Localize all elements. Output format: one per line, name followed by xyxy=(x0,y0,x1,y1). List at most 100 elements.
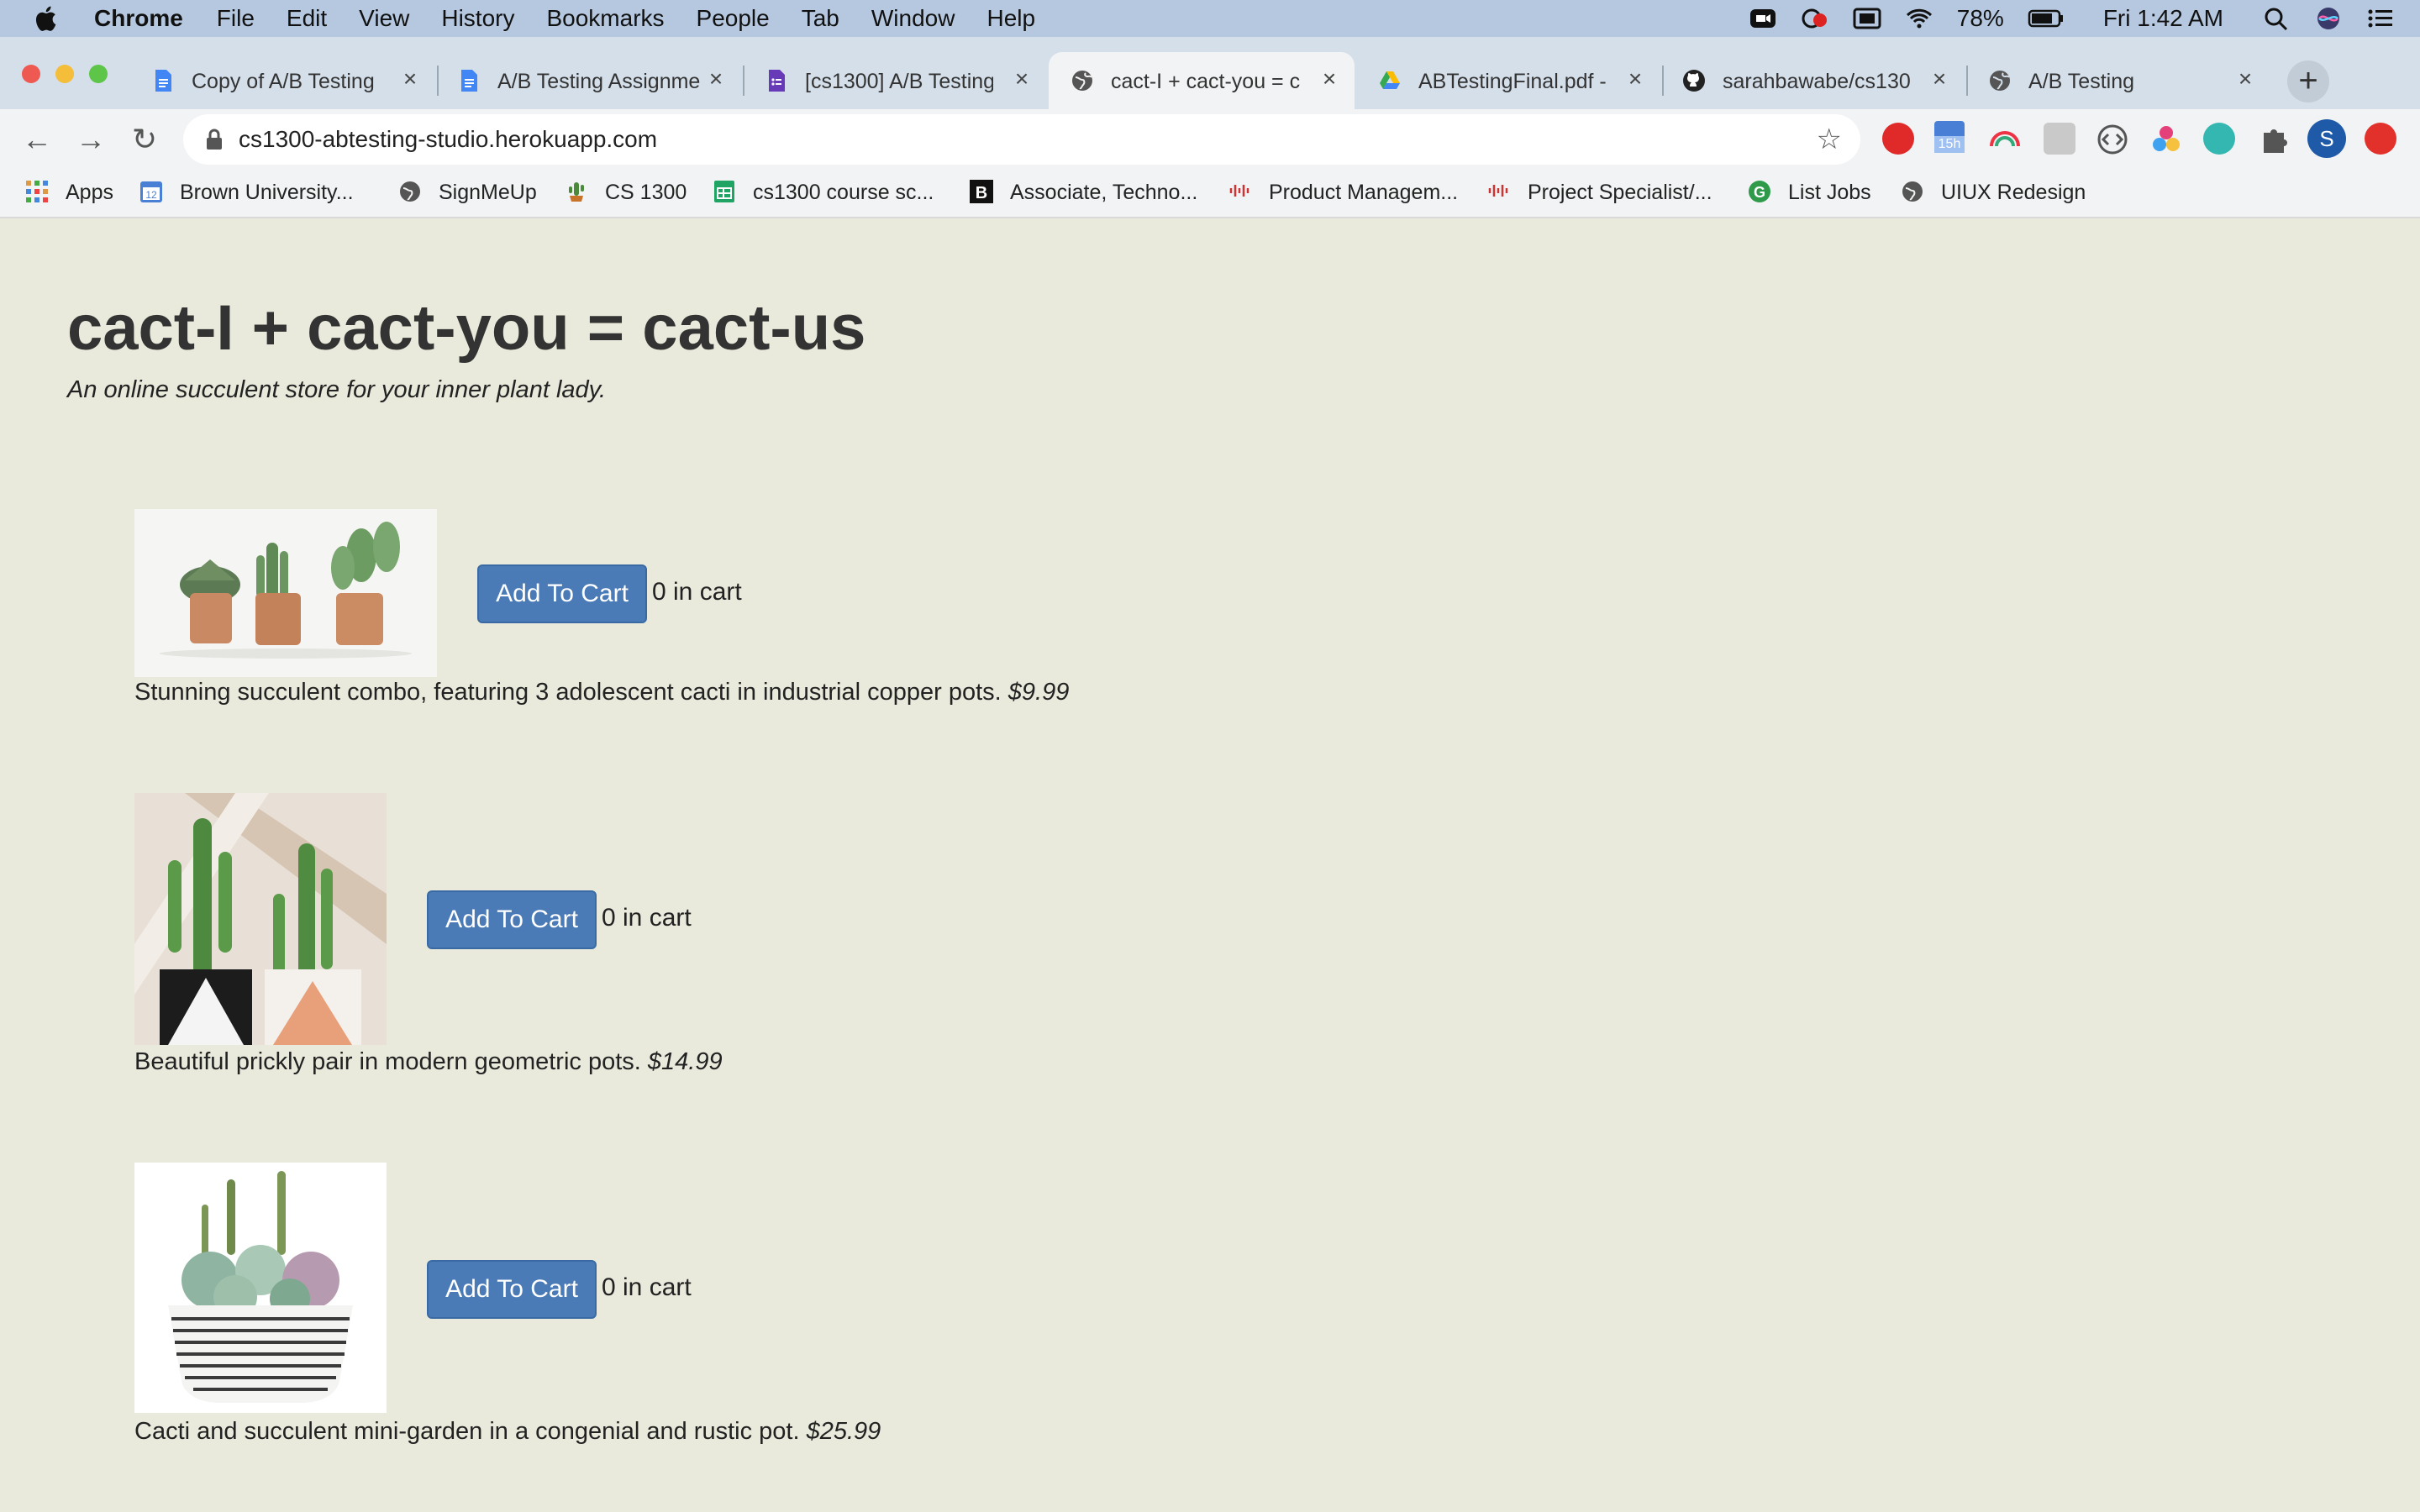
calendar-icon: 12 xyxy=(140,181,162,202)
tab-ab-testing-assignment[interactable]: A/B Testing Assignme × xyxy=(435,52,741,109)
macos-menu-bar: Chrome File Edit View History Bookmarks … xyxy=(0,0,2420,37)
window-minimize-button[interactable] xyxy=(55,65,74,83)
google-forms-icon xyxy=(769,70,785,92)
tab-ab-testing[interactable]: A/B Testing × xyxy=(1966,52,2270,109)
menu-app-name[interactable]: Chrome xyxy=(94,5,183,32)
product-price: $25.99 xyxy=(806,1418,881,1445)
bookmark-list-jobs[interactable]: G List Jobs xyxy=(1748,180,1871,205)
bookmark-label: List Jobs xyxy=(1788,181,1871,204)
address-bar[interactable]: cs1300-abtesting-studio.herokuapp.com ☆ xyxy=(183,114,1860,165)
bookmark-signmeup[interactable]: SignMeUp xyxy=(398,180,537,205)
bookmark-cs1300[interactable]: CS 1300 xyxy=(565,180,687,205)
add-to-cart-button[interactable]: Add To Cart xyxy=(477,564,647,623)
menu-help[interactable]: Help xyxy=(986,5,1035,32)
product-description: Beautiful prickly pair in modern geometr… xyxy=(134,1048,723,1076)
window-close-button[interactable] xyxy=(22,65,40,83)
product-description-text: Beautiful prickly pair in modern geometr… xyxy=(134,1048,641,1075)
creative-cloud-icon[interactable] xyxy=(1801,6,1829,31)
bookmark-project-specialist[interactable]: Project Specialist/... xyxy=(1487,180,1712,205)
tab-cs1300-form[interactable]: [cs1300] A/B Testing × xyxy=(743,52,1047,109)
calendar-badge: 15h xyxy=(1934,136,1965,153)
color-picker-extension-icon[interactable] xyxy=(2149,123,2183,156)
adblock-extension-icon[interactable] xyxy=(1882,123,1914,155)
menu-view[interactable]: View xyxy=(359,5,409,32)
menu-history[interactable]: History xyxy=(441,5,514,32)
bookmark-label: Project Specialist/... xyxy=(1528,181,1712,204)
extensions-puzzle-icon[interactable] xyxy=(2257,123,2291,156)
cisco-icon xyxy=(1229,185,1249,197)
bookmark-label: cs1300 course sc... xyxy=(753,181,934,204)
code-extension-icon[interactable] xyxy=(2096,123,2129,156)
bookmark-star-icon[interactable]: ☆ xyxy=(1817,123,1842,156)
tab-close-icon[interactable]: × xyxy=(1623,67,1647,91)
tab-github-repo[interactable]: sarahbawabe/cs1300 × xyxy=(1660,52,1965,109)
google-docs-icon xyxy=(155,70,171,92)
tab-close-icon[interactable]: × xyxy=(1010,67,1034,91)
bookmark-label: SignMeUp xyxy=(439,181,537,204)
tab-close-icon[interactable]: × xyxy=(1318,67,1341,91)
apple-icon[interactable] xyxy=(32,3,62,34)
bookmark-associate-techno[interactable]: B Associate, Techno... xyxy=(970,180,1197,205)
bookmark-product-management[interactable]: Product Managem... xyxy=(1228,180,1458,205)
zoom-video-icon[interactable] xyxy=(1749,6,1777,31)
tab-ab-testing-final-pdf[interactable]: ABTestingFinal.pdf - × xyxy=(1356,52,1660,109)
add-to-cart-button[interactable]: Add To Cart xyxy=(427,1260,597,1319)
tab-title: Copy of A/B Testing xyxy=(192,70,375,93)
bookmark-label: CS 1300 xyxy=(605,181,687,204)
wifi-icon[interactable] xyxy=(1905,6,1933,31)
lock-icon[interactable] xyxy=(205,128,224,151)
bookmark-brown-university[interactable]: 12 Brown University... xyxy=(139,180,354,205)
menu-tab[interactable]: Tab xyxy=(802,5,839,32)
tab-title: A/B Testing Assignme xyxy=(497,70,701,93)
display-icon[interactable] xyxy=(1853,6,1881,31)
menu-window[interactable]: Window xyxy=(871,5,955,32)
product-description-text: Cacti and succulent mini-garden in a con… xyxy=(134,1418,800,1445)
profile-avatar[interactable]: S xyxy=(2307,119,2346,158)
cart-count: 0 in cart xyxy=(652,578,742,606)
tab-title: sarahbawabe/cs1300 xyxy=(1723,70,1911,93)
tab-close-icon[interactable]: × xyxy=(398,67,422,91)
tab-cact-us-store[interactable]: cact-I + cact-you = c × xyxy=(1049,52,1355,109)
tab-close-icon[interactable]: × xyxy=(2233,67,2257,91)
tab-title: ABTestingFinal.pdf - xyxy=(1418,70,1607,93)
tab-title: cact-I + cact-you = c xyxy=(1111,70,1301,93)
battery-percent: 78% xyxy=(1956,5,2004,31)
siri-icon[interactable] xyxy=(2314,6,2343,31)
new-tab-button[interactable]: + xyxy=(2287,60,2329,102)
kanji-extension-icon[interactable] xyxy=(2044,123,2075,155)
page-content: cact-I + cact-you = cact-us An online su… xyxy=(0,220,2420,1512)
forward-button[interactable]: → xyxy=(71,119,111,160)
product-price: $9.99 xyxy=(1007,679,1070,706)
bookmark-cs1300-course-schedule[interactable]: cs1300 course sc... xyxy=(713,180,934,205)
google-drive-icon xyxy=(1380,71,1400,89)
product-description-text: Stunning succulent combo, featuring 3 ad… xyxy=(134,679,1002,706)
battery-icon[interactable] xyxy=(2028,6,2065,31)
tab-close-icon[interactable]: × xyxy=(704,67,728,91)
control-center-icon[interactable] xyxy=(2366,6,2395,31)
add-to-cart-button[interactable]: Add To Cart xyxy=(427,890,597,949)
m-extension-icon[interactable] xyxy=(2203,123,2235,155)
reload-button[interactable]: ↻ xyxy=(124,119,165,160)
update-icon[interactable] xyxy=(2365,123,2396,155)
calendar-extension-icon[interactable]: 15h xyxy=(1934,121,1965,156)
cactus-icon xyxy=(569,182,584,202)
window-zoom-button[interactable] xyxy=(89,65,108,83)
menu-status-area: 78% Fri 1:42 AM xyxy=(1749,0,2395,37)
menu-file[interactable]: File xyxy=(217,5,255,32)
menu-clock[interactable]: Fri 1:42 AM xyxy=(2103,5,2223,32)
svg-text:G: G xyxy=(1754,184,1765,201)
menu-bookmarks[interactable]: Bookmarks xyxy=(546,5,664,32)
rainbow-extension-icon[interactable] xyxy=(1988,123,2022,156)
g-logo-icon: G xyxy=(1749,181,1770,202)
spotlight-search-icon[interactable] xyxy=(2262,6,2291,31)
tab-close-icon[interactable]: × xyxy=(1928,67,1951,91)
menu-people[interactable]: People xyxy=(697,5,770,32)
product-image-copper-cacti xyxy=(134,509,437,677)
menu-edit[interactable]: Edit xyxy=(287,5,327,32)
address-url[interactable]: cs1300-abtesting-studio.herokuapp.com xyxy=(239,126,657,153)
bookmark-label: UIUX Redesign xyxy=(1941,181,2086,204)
bookmark-uiux-redesign[interactable]: UIUX Redesign xyxy=(1901,180,2086,205)
tab-copy-of-ab-testing[interactable]: Copy of A/B Testing × xyxy=(129,52,432,109)
bookmark-apps[interactable]: Apps xyxy=(25,180,113,205)
back-button[interactable]: ← xyxy=(17,119,57,160)
